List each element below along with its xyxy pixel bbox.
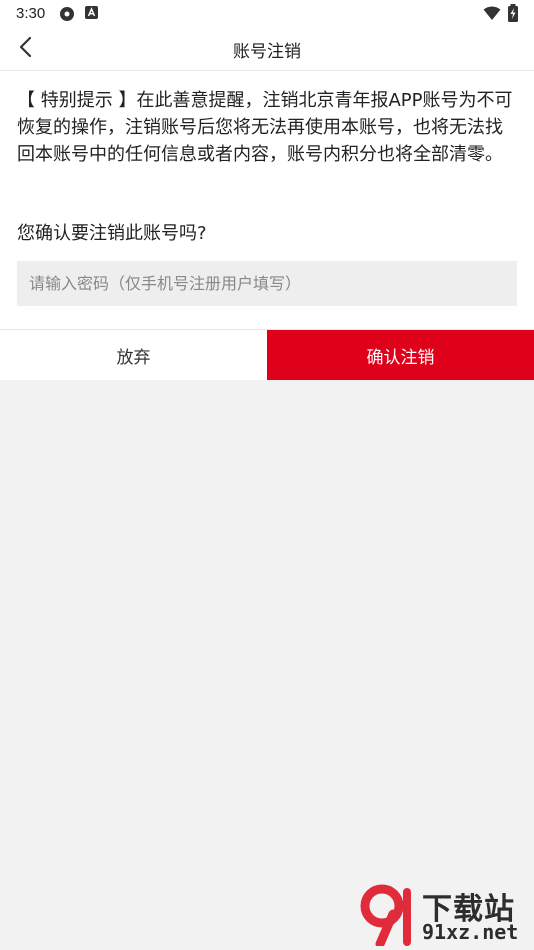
- page-title: 账号注销: [233, 42, 301, 62]
- status-bar: 3:30: [0, 0, 534, 28]
- watermark-91-icon: [360, 884, 411, 949]
- confirm-question: 您确认要注销此账号吗?: [17, 223, 207, 244]
- a-notification-icon: [84, 5, 100, 25]
- password-input[interactable]: [17, 261, 517, 306]
- wifi-icon: [483, 6, 501, 25]
- confirm-deregister-button[interactable]: 确认注销: [267, 330, 534, 380]
- settings-gear-icon: [58, 5, 76, 27]
- watermark-logo: 下载站 91xz.net: [360, 884, 530, 949]
- cancel-button[interactable]: 放弃: [0, 330, 267, 380]
- watermark-line2: 91xz.net: [422, 920, 519, 944]
- special-notice-text: 【 特别提示 】在此善意提醒，注销北京青年报APP账号为不可恢复的操作，注销账号…: [17, 90, 513, 165]
- content-panel: 【 特别提示 】在此善意提醒，注销北京青年报APP账号为不可恢复的操作，注销账号…: [0, 71, 534, 329]
- status-time: 3:30: [16, 5, 46, 22]
- app-bar: 账号注销: [0, 28, 534, 71]
- action-bar: 放弃 确认注销: [0, 329, 534, 380]
- battery-icon: [507, 4, 519, 26]
